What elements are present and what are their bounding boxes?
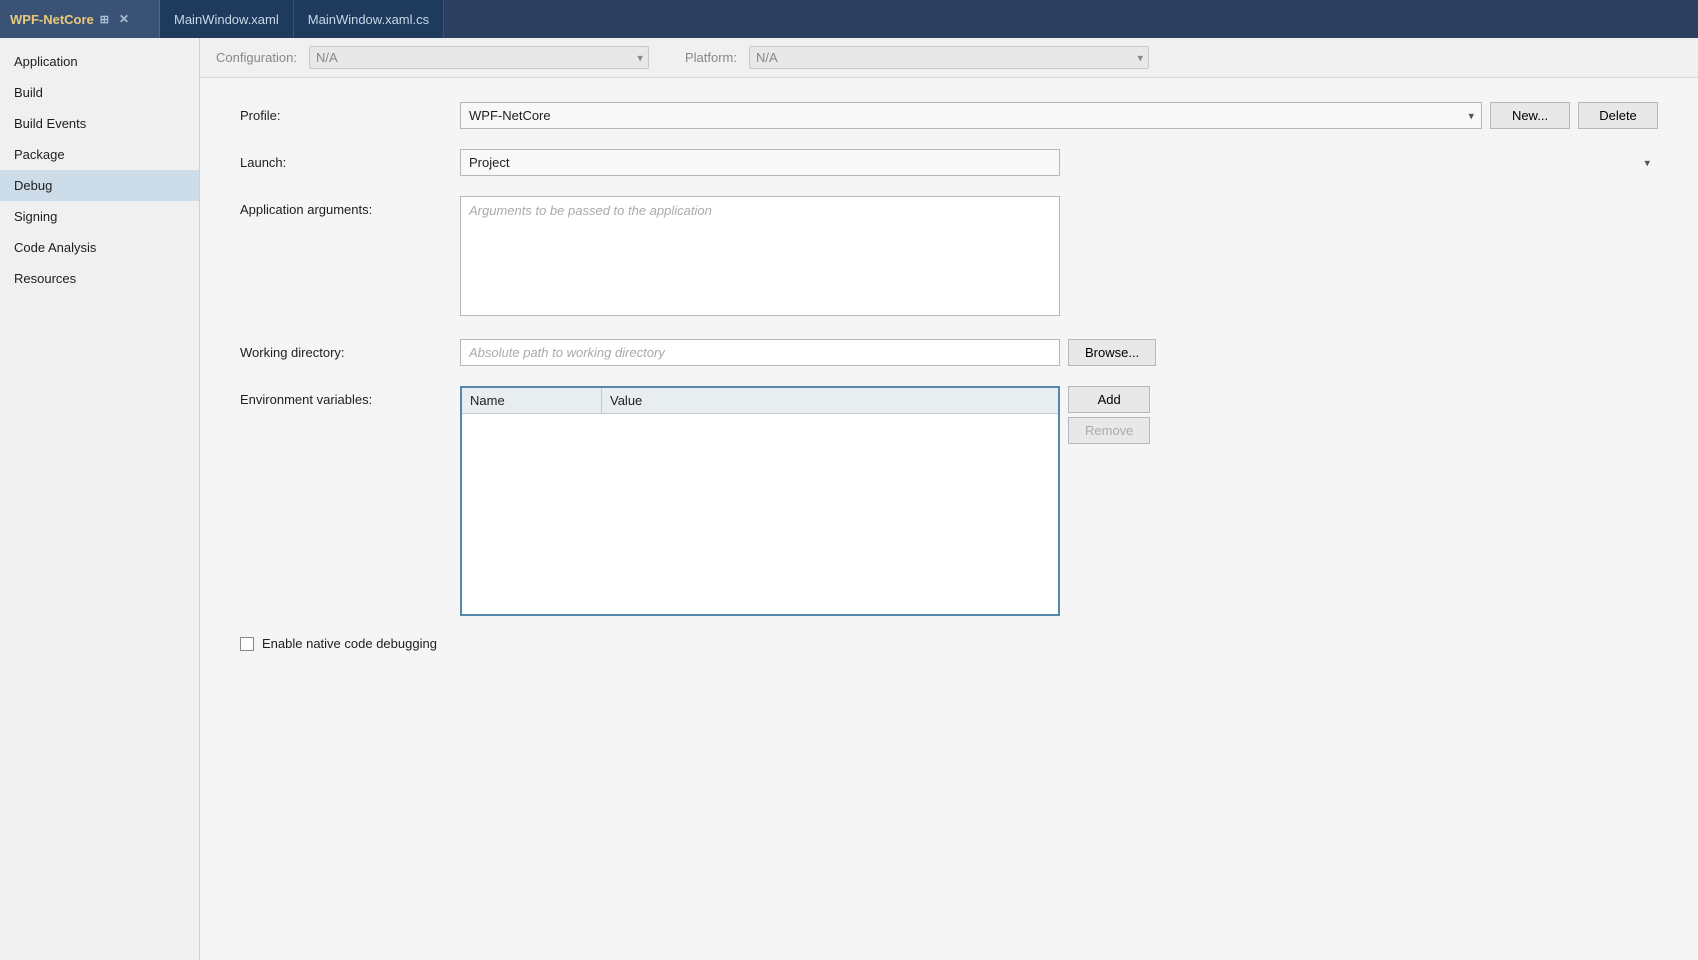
sidebar-item-debug[interactable]: Debug bbox=[0, 170, 199, 201]
sidebar-item-resources[interactable]: Resources bbox=[0, 263, 199, 294]
content-area: Configuration: N/A Platform: N/A Profile… bbox=[200, 38, 1698, 960]
working-dir-input[interactable] bbox=[460, 339, 1060, 366]
native-debug-label: Enable native code debugging bbox=[262, 636, 437, 651]
delete-button[interactable]: Delete bbox=[1578, 102, 1658, 129]
tab-mainwindow-xaml[interactable]: MainWindow.xaml bbox=[160, 0, 294, 38]
tab-mainwindow-xaml-cs[interactable]: MainWindow.xaml.cs bbox=[294, 0, 444, 38]
profile-select-wrap: WPF-NetCore bbox=[460, 102, 1482, 129]
working-dir-label: Working directory: bbox=[240, 339, 460, 360]
env-col-name-header: Name bbox=[462, 388, 602, 413]
env-table-header: Name Value bbox=[462, 388, 1058, 414]
configuration-select[interactable]: N/A bbox=[309, 46, 649, 69]
sidebar-item-code-analysis[interactable]: Code Analysis bbox=[0, 232, 199, 263]
sidebar-item-build-events[interactable]: Build Events bbox=[0, 108, 199, 139]
env-vars-control: Name Value Add Remove bbox=[460, 386, 1658, 616]
platform-select-wrap: N/A bbox=[749, 46, 1149, 69]
env-vars-row: Environment variables: Name Value Add bbox=[240, 386, 1658, 616]
platform-label: Platform: bbox=[685, 50, 737, 65]
main-layout: Application Build Build Events Package D… bbox=[0, 38, 1698, 960]
working-dir-row: Working directory: Browse... bbox=[240, 339, 1658, 366]
env-col-value-header: Value bbox=[602, 388, 1058, 413]
app-args-row: Application arguments: bbox=[240, 196, 1658, 319]
browse-button[interactable]: Browse... bbox=[1068, 339, 1156, 366]
launch-select[interactable]: Project bbox=[460, 149, 1060, 176]
sidebar-item-application[interactable]: Application bbox=[0, 46, 199, 77]
env-vars-label: Environment variables: bbox=[240, 386, 460, 407]
configuration-select-wrap: N/A bbox=[309, 46, 649, 69]
app-args-control bbox=[460, 196, 1658, 319]
config-bar: Configuration: N/A Platform: N/A bbox=[200, 38, 1698, 78]
project-tab[interactable]: WPF-NetCore ⊞ ✕ bbox=[0, 0, 160, 38]
launch-control: Project bbox=[460, 149, 1658, 176]
profile-row: Profile: WPF-NetCore New... Delete bbox=[240, 102, 1658, 129]
sidebar: Application Build Build Events Package D… bbox=[0, 38, 200, 960]
native-debug-checkbox[interactable] bbox=[240, 637, 254, 651]
launch-select-wrap: Project bbox=[460, 149, 1658, 176]
profile-select[interactable]: WPF-NetCore bbox=[460, 102, 1482, 129]
remove-button[interactable]: Remove bbox=[1068, 417, 1150, 444]
close-icon[interactable]: ✕ bbox=[119, 12, 129, 26]
pin-icon: ⊞ bbox=[100, 13, 109, 26]
app-args-textarea[interactable] bbox=[460, 196, 1060, 316]
profile-label: Profile: bbox=[240, 102, 460, 123]
launch-label: Launch: bbox=[240, 149, 460, 170]
sidebar-item-build[interactable]: Build bbox=[0, 77, 199, 108]
project-tab-label: WPF-NetCore bbox=[10, 12, 94, 27]
working-dir-control: Browse... bbox=[460, 339, 1658, 366]
profile-control: WPF-NetCore New... Delete bbox=[460, 102, 1658, 129]
native-debug-row: Enable native code debugging bbox=[240, 636, 1658, 651]
form-area: Profile: WPF-NetCore New... Delete bbox=[200, 78, 1698, 960]
env-table: Name Value bbox=[460, 386, 1060, 616]
new-button[interactable]: New... bbox=[1490, 102, 1570, 129]
tab-bar: WPF-NetCore ⊞ ✕ MainWindow.xaml MainWind… bbox=[0, 0, 1698, 38]
sidebar-item-signing[interactable]: Signing bbox=[0, 201, 199, 232]
env-buttons: Add Remove bbox=[1068, 386, 1150, 444]
app-args-label: Application arguments: bbox=[240, 196, 460, 217]
configuration-label: Configuration: bbox=[216, 50, 297, 65]
add-button[interactable]: Add bbox=[1068, 386, 1150, 413]
platform-select[interactable]: N/A bbox=[749, 46, 1149, 69]
sidebar-item-package[interactable]: Package bbox=[0, 139, 199, 170]
launch-row: Launch: Project bbox=[240, 149, 1658, 176]
env-table-body[interactable] bbox=[462, 414, 1058, 614]
